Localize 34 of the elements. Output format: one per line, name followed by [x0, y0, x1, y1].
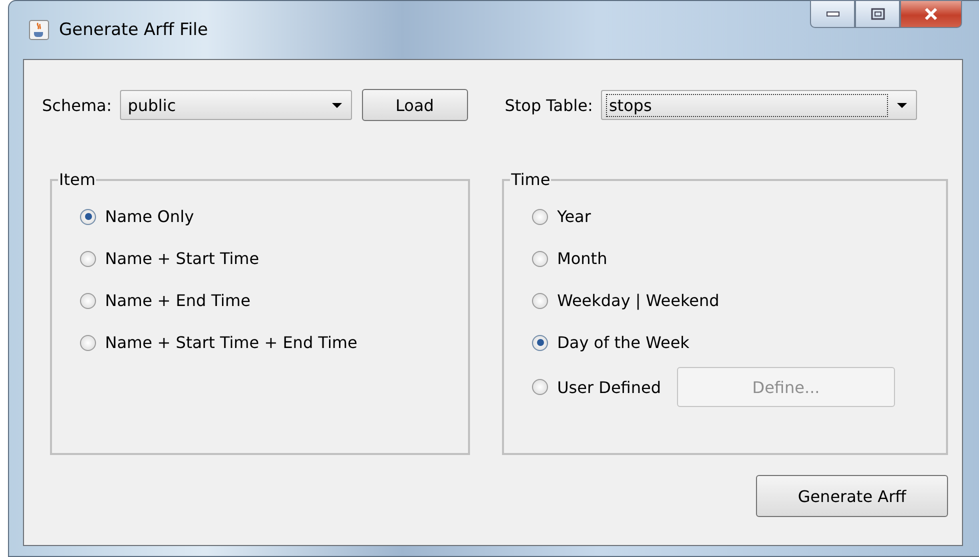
option-label: Year	[557, 207, 591, 226]
maximize-icon	[870, 8, 884, 20]
stop-table-label: Stop Table:	[504, 96, 593, 114]
caret-icon	[896, 102, 908, 108]
radio-button[interactable]	[80, 208, 96, 224]
option-label: Weekday | Weekend	[557, 291, 720, 310]
schema-label: Schema:	[42, 96, 112, 114]
close-button[interactable]	[900, 0, 962, 28]
option-label: Name + Start Time	[105, 249, 260, 268]
caret-icon	[330, 102, 343, 108]
radio-button[interactable]	[532, 250, 548, 266]
option-label: Name Only	[105, 207, 194, 226]
radio-button[interactable]	[532, 292, 548, 308]
minimize-button[interactable]	[810, 0, 855, 28]
option-label: Name + End Time	[105, 291, 250, 310]
coffee-cup-icon	[29, 20, 49, 40]
close-icon	[923, 7, 939, 21]
option-label: User Defined	[557, 378, 661, 396]
generate-button[interactable]: Generate Arff	[756, 475, 948, 517]
load-button[interactable]: Load	[362, 89, 468, 121]
radio-button[interactable]	[80, 250, 96, 266]
window-title: Generate Arff File	[59, 20, 208, 40]
maximize-button[interactable]	[855, 0, 900, 28]
radio-button[interactable]	[80, 292, 96, 308]
dropdown[interactable]: stops	[600, 90, 917, 120]
dropdown[interactable]: public	[120, 90, 352, 120]
minimize-icon	[826, 11, 840, 17]
radio-button[interactable]	[80, 334, 96, 350]
option-label: Name + Start Time + End Time	[105, 333, 358, 352]
radio-button[interactable]	[532, 379, 548, 395]
radio-button[interactable]	[532, 334, 548, 350]
option-label: Month	[557, 249, 608, 268]
radio-button[interactable]	[532, 208, 548, 224]
option-label: Day of the Week	[557, 333, 690, 352]
